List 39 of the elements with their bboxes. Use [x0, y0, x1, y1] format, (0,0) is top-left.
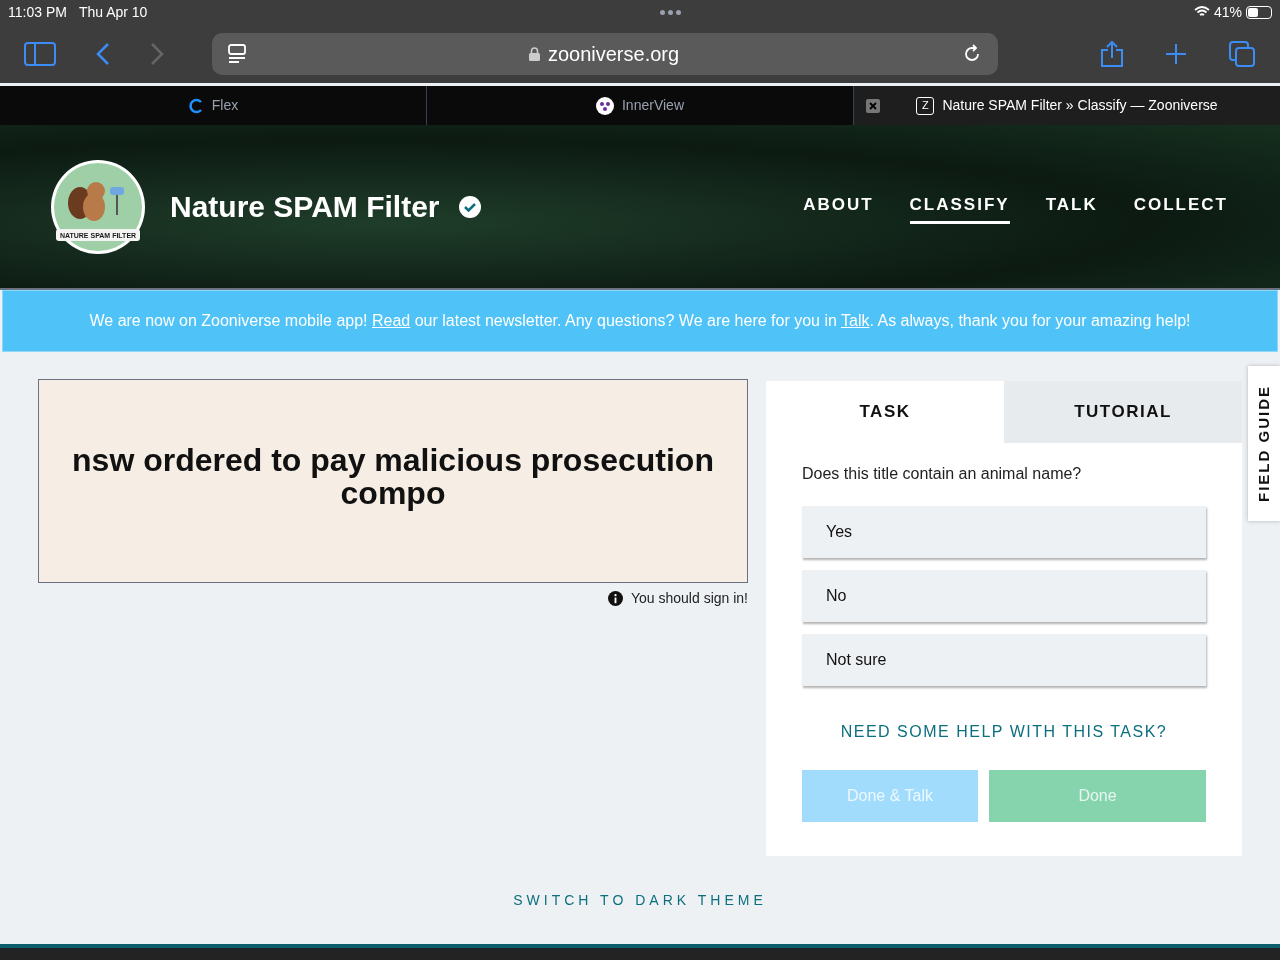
status-date: Thu Apr 10: [78, 2, 148, 22]
circle-arc-icon: [187, 97, 204, 114]
reader-icon[interactable]: [228, 43, 246, 64]
field-guide-tab[interactable]: FIELD GUIDE: [1248, 366, 1280, 521]
announcement-text: We are now on Zooniverse mobile app! Read our latest newsletter. Any questions? We are here for you in Talk. As always, thank you for your amazing help!: [89, 311, 1191, 331]
wifi-icon: [1193, 6, 1210, 18]
answer-option[interactable]: Not sure: [802, 634, 1206, 686]
help-link[interactable]: NEED SOME HELP WITH THIS TASK?: [840, 720, 1168, 744]
more-dots-icon: [660, 9, 682, 15]
battery-percent: 41%: [1213, 2, 1242, 22]
favicon-letter: Z: [916, 96, 935, 115]
info-icon: [607, 591, 623, 606]
browser-tab[interactable]: Z Nature SPAM Filter » Classify — Zooniverse: [854, 86, 1280, 125]
sidebar-icon[interactable]: [24, 41, 56, 66]
status-time: 11:03 PM: [8, 2, 67, 22]
forward-icon[interactable]: [150, 41, 164, 66]
dark-theme-link[interactable]: SWITCH TO DARK THEME: [513, 890, 767, 908]
task-tab[interactable]: TUTORIAL: [1004, 381, 1242, 443]
address-bar[interactable]: zooniverse.org: [212, 32, 998, 75]
subject-title: nsw ordered to pay malicious prosecution compo: [71, 444, 715, 513]
nav-link[interactable]: TALK: [1045, 189, 1098, 224]
heart-dots-icon: [596, 96, 614, 115]
battery-icon: [1246, 5, 1272, 19]
nav-link[interactable]: COLLECT: [1133, 189, 1228, 224]
tabs-icon[interactable]: [1228, 39, 1256, 68]
answer-option[interactable]: Yes: [802, 506, 1206, 558]
back-icon[interactable]: [96, 41, 110, 66]
project-title: Nature SPAM Filter: [170, 189, 440, 225]
share-icon[interactable]: [1100, 39, 1124, 68]
answer-option[interactable]: No: [802, 570, 1206, 622]
sign-in-note: You should sign in!: [630, 589, 748, 608]
nav-link[interactable]: ABOUT: [803, 189, 874, 224]
close-icon[interactable]: [866, 98, 880, 113]
nav-link[interactable]: CLASSIFY: [909, 189, 1010, 224]
lock-icon: [528, 46, 540, 61]
plus-icon[interactable]: [1164, 41, 1188, 66]
url-text: zooniverse.org: [547, 41, 680, 67]
task-question: Does this title contain an animal name?: [802, 464, 1083, 484]
reload-icon[interactable]: [962, 43, 982, 64]
